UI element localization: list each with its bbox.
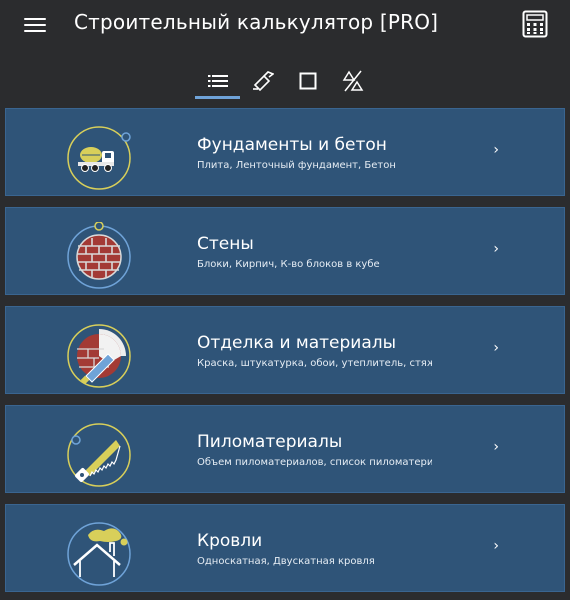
- calculator-icon[interactable]: [522, 10, 548, 38]
- brick-wall-icon: [64, 221, 134, 292]
- roof-icon: [64, 519, 134, 589]
- trowel-wall-icon: [64, 321, 134, 391]
- tab-square[interactable]: [285, 62, 330, 100]
- category-subtitle: Односкатная, Двускатная кровля: [197, 556, 375, 567]
- category-card-lumber[interactable]: Пиломатериалы Объем пиломатериалов, спис…: [5, 405, 565, 493]
- square-icon: [299, 72, 316, 90]
- trowel-icon: [252, 71, 274, 91]
- tab-bar: [195, 62, 375, 102]
- category-card-roofs[interactable]: Кровли Односкатная, Двускатная кровля ›: [5, 504, 565, 592]
- saw-icon: [64, 420, 134, 490]
- chevron-right-icon: ›: [493, 538, 499, 554]
- triangles-icon: [342, 70, 363, 92]
- app-title: Строительный калькулятор [PRO]: [74, 10, 439, 34]
- category-title: Отделка и материалы: [197, 333, 397, 353]
- category-subtitle: Плита, Ленточный фундамент, Бетон: [197, 160, 396, 171]
- category-subtitle: Краска, штукатурка, обои, утеплитель, ст…: [197, 358, 432, 369]
- category-title: Пиломатериалы: [197, 432, 343, 452]
- tab-list[interactable]: [195, 62, 240, 100]
- category-title: Стены: [197, 234, 254, 254]
- chevron-right-icon: ›: [493, 439, 499, 455]
- hamburger-menu-icon[interactable]: [24, 15, 46, 35]
- list-icon: [207, 75, 228, 87]
- category-card-finishing[interactable]: Отделка и материалы Краска, штукатурка, …: [5, 306, 565, 394]
- tab-trowel[interactable]: [240, 62, 285, 100]
- tab-triangles[interactable]: [330, 62, 375, 100]
- category-card-walls[interactable]: Стены Блоки, Кирпич, К-во блоков в кубе …: [5, 207, 565, 295]
- chevron-right-icon: ›: [493, 142, 499, 158]
- category-subtitle: Объем пиломатериалов, список пиломатериа…: [197, 457, 432, 468]
- category-subtitle: Блоки, Кирпич, К-во блоков в кубе: [197, 259, 380, 270]
- category-title: Кровли: [197, 531, 263, 551]
- app-bar: Строительный калькулятор [PRO]: [0, 0, 570, 104]
- concrete-truck-icon: [64, 123, 134, 193]
- chevron-right-icon: ›: [493, 340, 499, 356]
- category-title: Фундаменты и бетон: [197, 135, 387, 155]
- category-card-foundations[interactable]: Фундаменты и бетон Плита, Ленточный фунд…: [5, 108, 565, 196]
- chevron-right-icon: ›: [493, 241, 499, 257]
